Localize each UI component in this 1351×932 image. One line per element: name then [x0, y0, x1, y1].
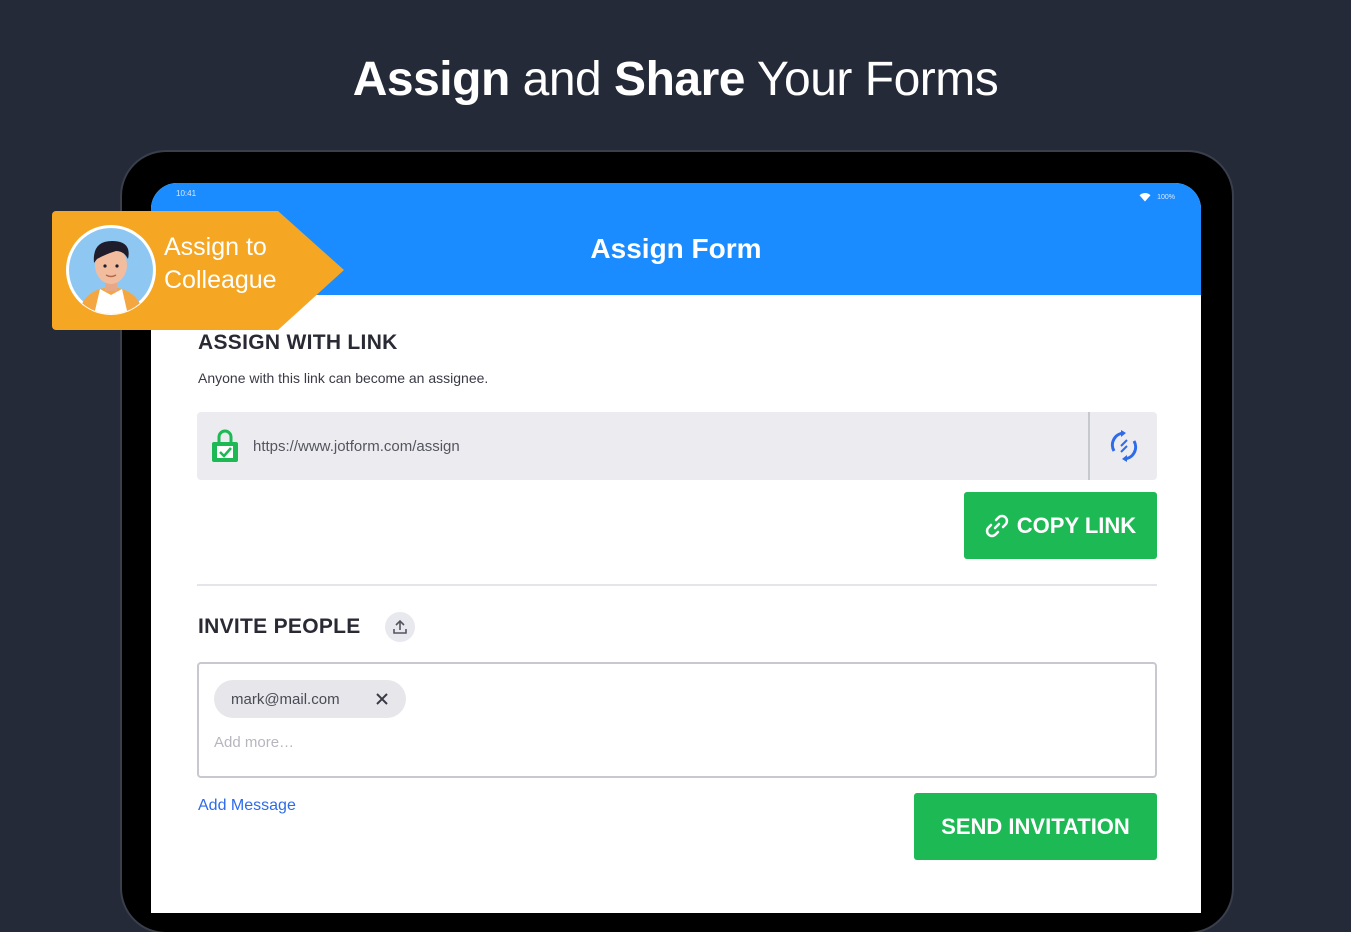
wifi-icon: [1139, 193, 1151, 202]
headline-assign: Assign: [352, 53, 511, 106]
copy-link-button[interactable]: COPY LINK: [964, 492, 1157, 559]
email-chip: mark@mail.com: [214, 680, 406, 718]
status-indicators: 100%: [1139, 192, 1175, 202]
assign-link-url: https://www.jotform.com/assign: [253, 438, 460, 455]
link-icon: [985, 514, 1008, 537]
email-chip-text: mark@mail.com: [231, 690, 340, 708]
add-message-link[interactable]: Add Message: [198, 797, 296, 815]
badge-label: Assign to Colleague: [164, 231, 324, 297]
battery-level: 100%: [1157, 193, 1175, 201]
badge-label-line1: Assign to: [164, 233, 267, 261]
assign-with-link-heading: ASSIGN WITH LINK: [198, 331, 398, 354]
lock-icon: [212, 429, 238, 462]
badge-label-line2: Colleague: [164, 266, 277, 294]
headline-your-forms: Your Forms: [744, 53, 999, 106]
add-more-input[interactable]: [214, 734, 514, 751]
close-icon: [376, 693, 388, 705]
assign-to-colleague-badge: Assign to Colleague: [52, 211, 345, 330]
headline-and: and: [509, 53, 615, 106]
status-time: 10:41: [176, 189, 197, 198]
copy-link-label: COPY LINK: [1016, 512, 1137, 538]
upload-icon: [393, 619, 407, 634]
send-invitation-label: SEND INVITATION: [941, 813, 1130, 839]
page-headline: Assign and Share Your Forms: [0, 50, 1351, 110]
headline-share: Share: [614, 53, 745, 106]
section-divider: [197, 584, 1157, 586]
remove-email-button[interactable]: [370, 687, 394, 711]
assign-link-description: Anyone with this link can become an assi…: [198, 370, 489, 386]
colleague-avatar: [66, 225, 156, 315]
refresh-link-button[interactable]: [1090, 412, 1157, 480]
assign-link-field[interactable]: https://www.jotform.com/assign: [197, 412, 1157, 480]
upload-contacts-button[interactable]: [385, 612, 415, 642]
send-invitation-button[interactable]: SEND INVITATION: [914, 793, 1157, 860]
invite-people-heading: INVITE PEOPLE: [198, 615, 361, 638]
refresh-icon: [1110, 430, 1137, 462]
invite-emails-field[interactable]: mark@mail.com: [197, 662, 1157, 778]
